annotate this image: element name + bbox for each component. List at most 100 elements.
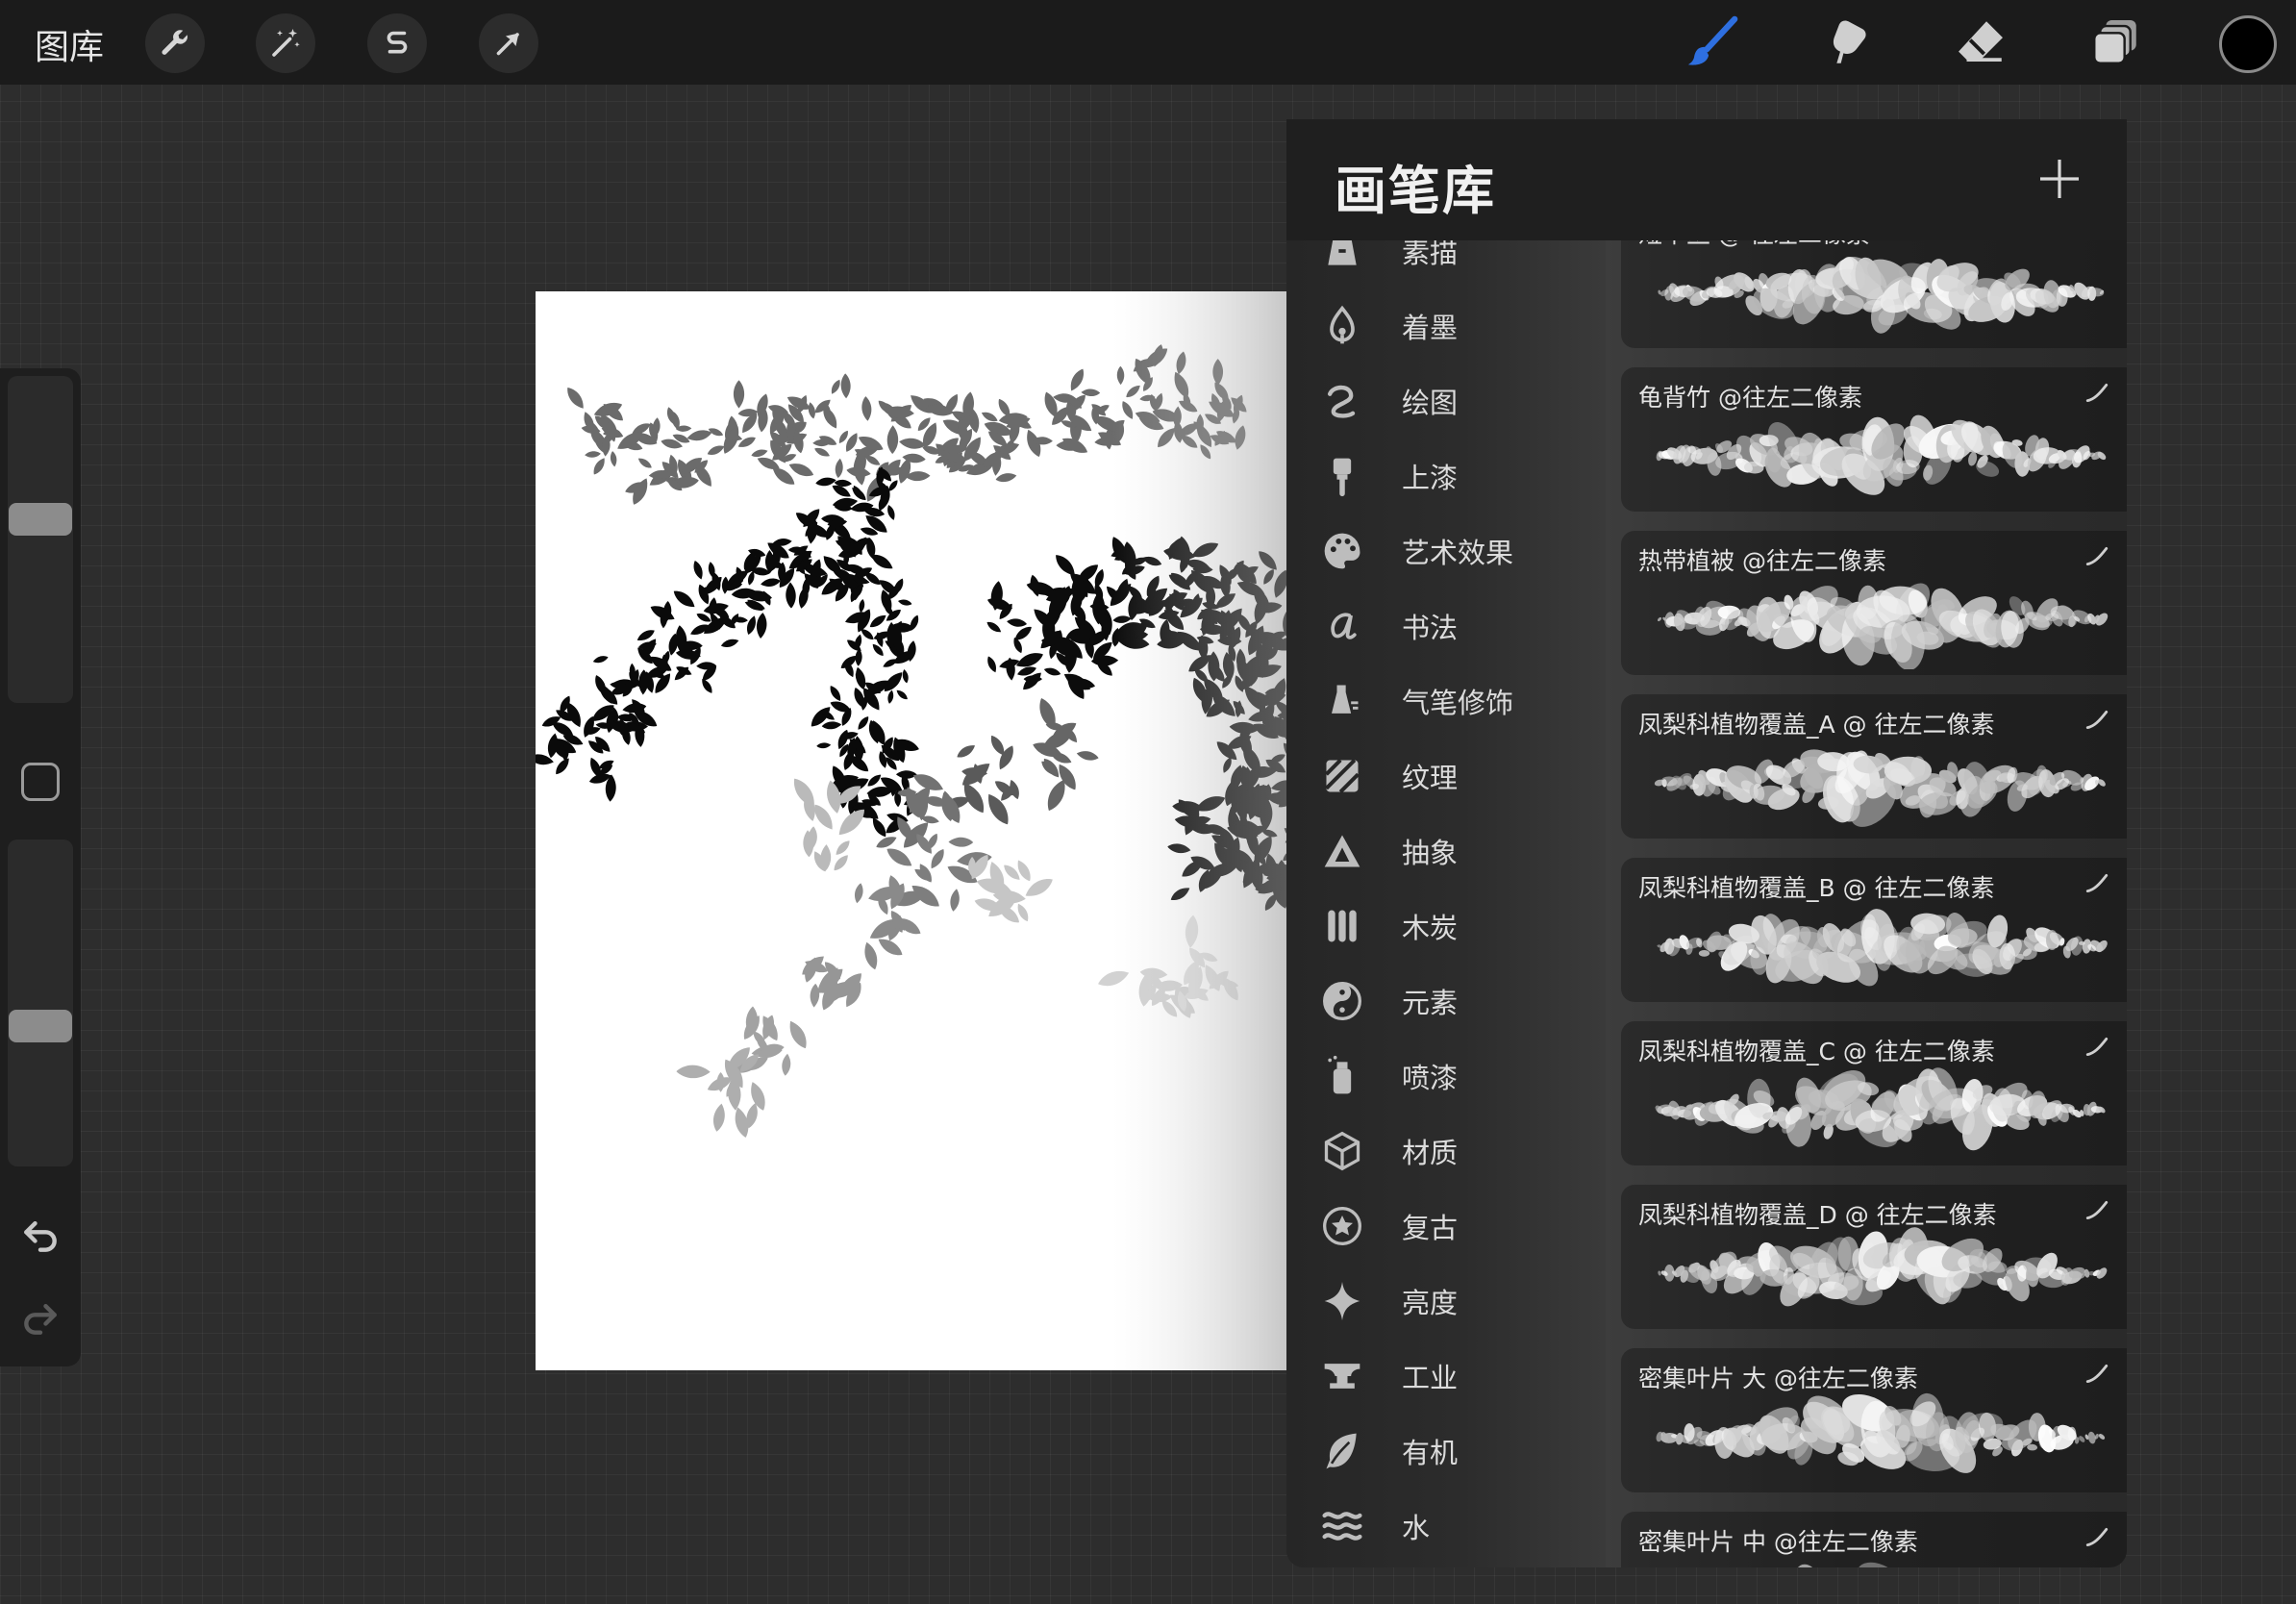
brush-category-label: 复古 bbox=[1402, 1212, 1459, 1244]
smudge-tool-button[interactable] bbox=[1815, 12, 1877, 73]
brush-category-label: 上漆 bbox=[1402, 462, 1459, 494]
brush-item[interactable]: 龟背竹 @往左二像素 bbox=[1621, 367, 2127, 512]
eraser-icon bbox=[1959, 21, 2003, 63]
brush-item[interactable]: 密集叶片 大 @往左二像素 bbox=[1621, 1348, 2127, 1492]
brush-category-label: 元素 bbox=[1402, 987, 1459, 1019]
actions-button[interactable] bbox=[145, 13, 205, 73]
canvas-artwork bbox=[536, 291, 1286, 1370]
palette-icon bbox=[1321, 530, 1363, 572]
add-brush-set-button[interactable] bbox=[2036, 156, 2083, 202]
paint-brush-icon bbox=[1321, 455, 1363, 497]
brush-list: 短草丛 @ 往左二像素龟背竹 @往左二像素热带植被 @往左二像素凤梨科植物覆盖_… bbox=[1606, 240, 2127, 1567]
brush-category-item[interactable]: 水 bbox=[1286, 1489, 1606, 1564]
layers-icon bbox=[2093, 20, 2136, 64]
brush-stroke-preview-icon bbox=[2085, 1527, 2109, 1546]
redo-icon[interactable] bbox=[19, 1297, 62, 1340]
brush-category-list: 素描着墨绘图上漆艺术效果书法气笔修饰纹理抽象木炭元素喷漆材质复古亮度工业有机水 bbox=[1286, 240, 1606, 1567]
waves-icon bbox=[1321, 1505, 1363, 1547]
brush-category-item[interactable]: 绘图 bbox=[1286, 363, 1606, 439]
brush-category-item[interactable]: 复古 bbox=[1286, 1189, 1606, 1264]
brush-stroke-preview-icon bbox=[2085, 1364, 2109, 1383]
ink-pen-icon bbox=[1321, 305, 1363, 347]
brush-category-item[interactable]: 上漆 bbox=[1286, 439, 1606, 514]
drawing-canvas[interactable] bbox=[536, 291, 1286, 1370]
sketch-icon bbox=[1321, 240, 1363, 272]
brush-stroke-preview-icon bbox=[2085, 546, 2109, 565]
airbrush-icon bbox=[1321, 680, 1363, 722]
brush-category-label: 书法 bbox=[1402, 612, 1459, 644]
yin-yang-icon bbox=[1321, 980, 1363, 1022]
leaf-icon bbox=[1321, 1430, 1363, 1472]
brush-stroke-preview-icon bbox=[2085, 1200, 2109, 1219]
brush-item[interactable]: 凤梨科植物覆盖_D @ 往左二像素 bbox=[1621, 1185, 2127, 1329]
eraser-tool-button[interactable] bbox=[1950, 12, 2011, 73]
brush-item[interactable]: 凤梨科植物覆盖_C @ 往左二像素 bbox=[1621, 1021, 2127, 1165]
spray-can-icon bbox=[1321, 1055, 1363, 1097]
drawing-curl-icon bbox=[1321, 380, 1363, 422]
star-badge-icon bbox=[1321, 1205, 1363, 1247]
magic-wand-icon bbox=[272, 29, 300, 57]
brush-category-label: 抽象 bbox=[1402, 837, 1459, 869]
sparkle-icon bbox=[1321, 1280, 1363, 1322]
brush-category-item[interactable]: 纹理 bbox=[1286, 739, 1606, 814]
transform-arrow-icon bbox=[496, 33, 519, 56]
selection-s-icon bbox=[387, 31, 408, 54]
brush-category-label: 工业 bbox=[1402, 1362, 1459, 1394]
brush-category-item[interactable]: 木炭 bbox=[1286, 889, 1606, 964]
anvil-icon bbox=[1321, 1355, 1363, 1397]
brush-category-item[interactable]: 材质 bbox=[1286, 1114, 1606, 1189]
brush-item[interactable]: 密集叶片 中 @往左二像素 bbox=[1621, 1512, 2127, 1567]
brush-category-label: 绘图 bbox=[1402, 387, 1459, 419]
brush-category-item[interactable]: 工业 bbox=[1286, 1339, 1606, 1414]
left-sidebar bbox=[0, 368, 81, 1366]
brush-library-panel: 画笔库 素描着墨绘图上漆艺术效果书法气笔修饰纹理抽象木炭元素喷漆材质复古亮度工业… bbox=[1286, 119, 2127, 1567]
brush-size-slider[interactable] bbox=[8, 376, 73, 703]
brush-item[interactable]: 热带植被 @往左二像素 bbox=[1621, 531, 2127, 675]
brush-category-item[interactable]: 有机 bbox=[1286, 1414, 1606, 1489]
brush-icon bbox=[1687, 15, 1738, 65]
brush-category-item[interactable]: 抽象 bbox=[1286, 814, 1606, 889]
charcoal-sticks-icon bbox=[1321, 905, 1363, 947]
brush-item[interactable]: 凤梨科植物覆盖_A @ 往左二像素 bbox=[1621, 694, 2127, 839]
adjustments-button[interactable] bbox=[256, 13, 315, 73]
brush-item[interactable]: 短草丛 @ 往左二像素 bbox=[1621, 240, 2127, 348]
brush-stroke-preview-icon bbox=[2085, 710, 2109, 729]
brush-category-item[interactable]: 亮度 bbox=[1286, 1264, 1606, 1339]
brush-category-label: 水 bbox=[1402, 1512, 1431, 1544]
brush-category-label: 木炭 bbox=[1402, 912, 1459, 944]
smudge-icon bbox=[1833, 20, 1866, 63]
brush-size-slider-thumb[interactable] bbox=[9, 502, 72, 536]
color-picker-button[interactable] bbox=[2219, 15, 2277, 73]
transform-button[interactable] bbox=[479, 13, 538, 73]
brush-category-item[interactable]: 素描 bbox=[1286, 240, 1606, 288]
brush-stroke-preview-icon bbox=[2085, 873, 2109, 892]
brush-category-item[interactable]: 喷漆 bbox=[1286, 1039, 1606, 1114]
brush-category-item[interactable]: 书法 bbox=[1286, 589, 1606, 664]
undo-icon[interactable] bbox=[19, 1215, 62, 1257]
panel-title: 画笔库 bbox=[1335, 161, 1496, 221]
selection-button[interactable] bbox=[367, 13, 427, 73]
brush-category-item[interactable]: 元素 bbox=[1286, 964, 1606, 1039]
brush-category-label: 材质 bbox=[1402, 1137, 1459, 1169]
brush-category-label: 有机 bbox=[1402, 1437, 1459, 1469]
brush-category-item[interactable]: 艺术效果 bbox=[1286, 514, 1606, 589]
brush-category-label: 素描 bbox=[1402, 240, 1459, 269]
brush-category-label: 喷漆 bbox=[1402, 1062, 1459, 1094]
brush-category-label: 气笔修饰 bbox=[1402, 687, 1514, 719]
opacity-slider[interactable] bbox=[8, 840, 73, 1166]
brush-category-label: 亮度 bbox=[1402, 1287, 1459, 1319]
brush-item[interactable]: 凤梨科植物覆盖_B @ 往左二像素 bbox=[1621, 858, 2127, 1002]
brush-stroke-preview-icon bbox=[2085, 1037, 2109, 1056]
brush-category-item[interactable]: 着墨 bbox=[1286, 288, 1606, 363]
opacity-slider-thumb[interactable] bbox=[9, 1010, 72, 1043]
brush-category-label: 艺术效果 bbox=[1402, 537, 1514, 569]
gallery-button[interactable]: 图库 bbox=[35, 19, 104, 69]
brush-category-label: 纹理 bbox=[1402, 762, 1459, 794]
brush-tool-button[interactable] bbox=[1681, 12, 1742, 73]
modify-button[interactable] bbox=[21, 763, 60, 801]
texture-stripes-icon bbox=[1321, 755, 1363, 797]
brush-category-item[interactable]: 气笔修饰 bbox=[1286, 664, 1606, 739]
triangle-icon bbox=[1321, 830, 1363, 872]
calligraphy-a-icon bbox=[1321, 605, 1363, 647]
layers-tool-button[interactable] bbox=[2084, 12, 2146, 73]
